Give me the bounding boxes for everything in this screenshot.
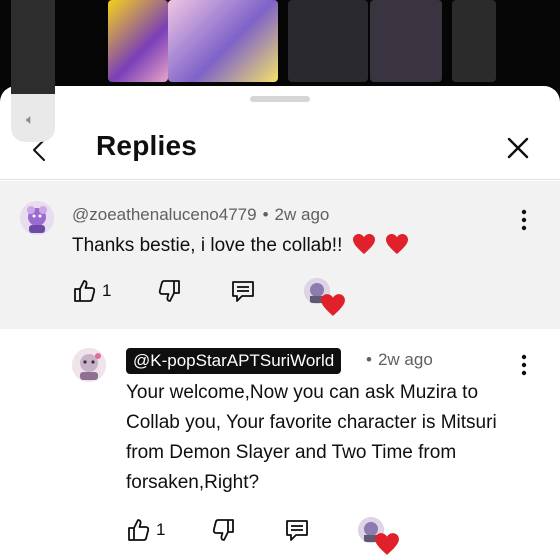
dislike-button[interactable]: [210, 516, 236, 544]
comment-meta: @zoeathenaluceno4779 • 2w ago: [72, 205, 329, 225]
volume-slider-fill: [11, 0, 55, 94]
video-thumbnail: [168, 0, 278, 82]
replies-header: Replies: [0, 110, 560, 180]
reply-button[interactable]: [284, 516, 310, 544]
more-icon[interactable]: [518, 354, 530, 376]
avatar[interactable]: [72, 348, 106, 382]
reply-time: 2w ago: [377, 350, 433, 369]
volume-icon: 🔈︎: [26, 111, 35, 127]
more-icon[interactable]: [518, 209, 530, 231]
dislike-button[interactable]: [156, 277, 182, 305]
parent-comment: @zoeathenaluceno4779 • 2w ago Thanks besti…: [0, 181, 560, 329]
like-count: 1: [156, 520, 166, 539]
background-video-strip: [0, 0, 560, 100]
dislike-icon: [158, 280, 180, 302]
replies-sheet: Replies @zoeathenaluceno4779 • 2w ago Than…: [0, 86, 560, 560]
like-icon: [74, 280, 96, 302]
heart-icon: [375, 533, 399, 555]
meta-separator: •: [262, 205, 269, 224]
like-icon: [128, 519, 150, 541]
comment-text: Thanks bestie, i love the collab!!: [72, 231, 409, 261]
reply-icon: [232, 281, 254, 302]
video-thumbnail: [108, 0, 168, 82]
reply-button[interactable]: [230, 277, 256, 305]
comment-time: 2w ago: [274, 205, 330, 224]
heart-icon: [352, 234, 375, 254]
like-button[interactable]: 1: [72, 277, 111, 305]
reply-text: Your welcome,Now you can ask Muzira to C…: [126, 382, 497, 493]
heart-icon: [385, 234, 408, 254]
avatar[interactable]: [20, 201, 54, 235]
sheet-grabber[interactable]: [250, 96, 310, 102]
comment-author[interactable]: @zoeathenaluceno4779: [72, 205, 257, 224]
dislike-icon: [212, 519, 234, 541]
comment-text-body: Thanks bestie, i love the collab!!: [72, 235, 343, 256]
reply-icon: [286, 520, 308, 541]
reply-author-chip[interactable]: @K-popStarAPTSuriWorld: [126, 348, 342, 374]
volume-slider[interactable]: 🔈︎: [11, 0, 55, 142]
like-count: 1: [102, 281, 112, 300]
video-thumbnail: [452, 0, 496, 82]
like-button[interactable]: 1: [126, 516, 165, 544]
heart-icon: [321, 294, 345, 316]
page-title: Replies: [96, 130, 197, 161]
video-thumbnail: [370, 0, 442, 82]
video-thumbnail: [288, 0, 368, 82]
reply-meta: • 2w ago: [366, 350, 433, 370]
close-icon[interactable]: [504, 134, 532, 162]
